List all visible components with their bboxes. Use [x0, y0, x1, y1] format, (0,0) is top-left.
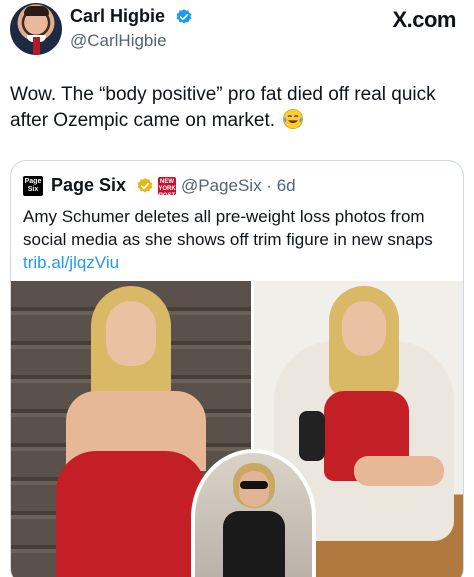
tweet-header: Carl Higbie @CarlHigbie X.com: [10, 3, 464, 55]
avatar[interactable]: [10, 3, 62, 55]
face-shape-right: [342, 301, 386, 356]
page-six-avatar[interactable]: Page Six: [23, 176, 43, 196]
verified-badge-icon: [176, 9, 192, 24]
tweet-text-body: Wow. The “body positive” pro fat died of…: [10, 84, 436, 131]
quote-link[interactable]: trib.al/jlqzViu: [23, 253, 119, 272]
avatar-tie: [33, 37, 40, 55]
quote-text: Amy Schumer deletes all pre-weight loss …: [23, 205, 451, 274]
legs-shape: [354, 456, 444, 486]
boot-shape: [299, 411, 325, 461]
quote-author-name[interactable]: Page Six: [51, 175, 126, 196]
author-handle[interactable]: @CarlHigbie: [70, 31, 167, 51]
quote-header: Page Six Page Six NEW YORK POST @PageSix…: [23, 175, 453, 199]
separator-dot: ·: [261, 176, 277, 195]
quoted-tweet-card[interactable]: Page Six Page Six NEW YORK POST @PageSix…: [10, 160, 464, 577]
quote-time[interactable]: 6d: [277, 176, 296, 195]
quote-handle[interactable]: @PageSix: [181, 176, 262, 195]
x-logo: X.com: [392, 7, 456, 32]
red-dress-shape: [56, 451, 206, 577]
avatar-hair: [24, 6, 49, 16]
inset-face-shape: [239, 471, 269, 507]
tweet-text: Wow. The “body positive” pro fat died of…: [10, 82, 450, 134]
face-with-tears-of-joy-icon: [283, 109, 304, 129]
face-shape: [106, 301, 156, 366]
author-name[interactable]: Carl Higbie: [70, 6, 165, 27]
gold-verified-badge-icon: [137, 178, 153, 193]
new-york-post-badge: NEW YORK POST: [158, 177, 176, 199]
quote-handle-time: @PageSix · 6d: [181, 176, 296, 196]
photo-inset[interactable]: [191, 449, 316, 577]
quote-text-body: Amy Schumer deletes all pre-weight loss …: [23, 207, 433, 249]
inset-black-outfit-shape: [223, 511, 285, 577]
sunglasses-shape: [240, 481, 268, 489]
